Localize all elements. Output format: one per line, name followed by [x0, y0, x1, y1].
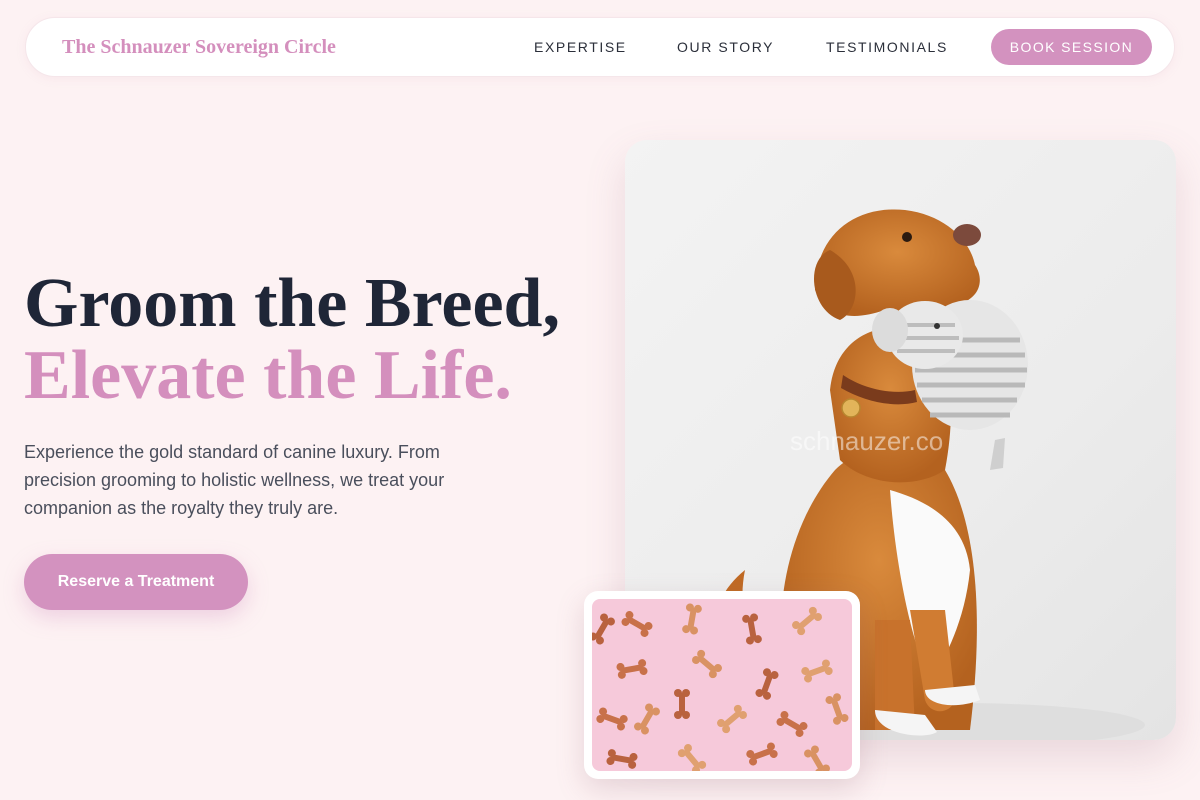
- nav-link-expertise[interactable]: EXPERTISE: [534, 39, 627, 55]
- bone-biscuit: [755, 668, 779, 700]
- photo-watermark: schnauzer.co: [790, 426, 943, 456]
- brand-logo[interactable]: The Schnauzer Sovereign Circle: [62, 36, 336, 59]
- bone-biscuit: [776, 711, 808, 737]
- bone-biscuit: [804, 745, 830, 771]
- nav-link-testimonials[interactable]: TESTIMONIALS: [826, 39, 948, 55]
- bone-biscuit: [592, 613, 615, 645]
- bone-biscuit: [717, 704, 747, 734]
- bone-biscuit: [825, 693, 849, 725]
- hero-headline-line-2: Elevate the Life.: [24, 337, 512, 414]
- reserve-treatment-button[interactable]: Reserve a Treatment: [24, 554, 248, 610]
- bone-biscuit: [801, 659, 833, 683]
- bone-biscuit: [746, 742, 778, 766]
- bone-biscuit: [621, 611, 653, 637]
- bone-biscuit: [792, 606, 822, 636]
- hero-description: Experience the gold standard of canine l…: [24, 442, 445, 518]
- bone-biscuit: [634, 703, 660, 735]
- bone-biscuits-illustration: [592, 603, 849, 771]
- dog-treats-photo-inner: [592, 599, 852, 771]
- bone-biscuit: [596, 707, 628, 731]
- bone-biscuit: [616, 659, 648, 679]
- dog-treats-photo: [584, 591, 860, 779]
- bone-biscuit: [692, 649, 722, 679]
- hero-headline: Groom the Breed, Elevate the Life.: [24, 268, 560, 412]
- bone-biscuit: [677, 744, 707, 771]
- hero-headline-line-1: Groom the Breed,: [24, 265, 560, 342]
- bone-biscuit: [606, 749, 638, 769]
- bone-biscuit: [674, 689, 690, 719]
- nav-link-our-story[interactable]: OUR STORY: [677, 39, 774, 55]
- top-navigation: The Schnauzer Sovereign Circle EXPERTISE…: [25, 17, 1175, 77]
- book-session-button[interactable]: BOOK SESSION: [991, 29, 1152, 65]
- bone-biscuit: [682, 603, 702, 635]
- bone-biscuit: [742, 613, 762, 645]
